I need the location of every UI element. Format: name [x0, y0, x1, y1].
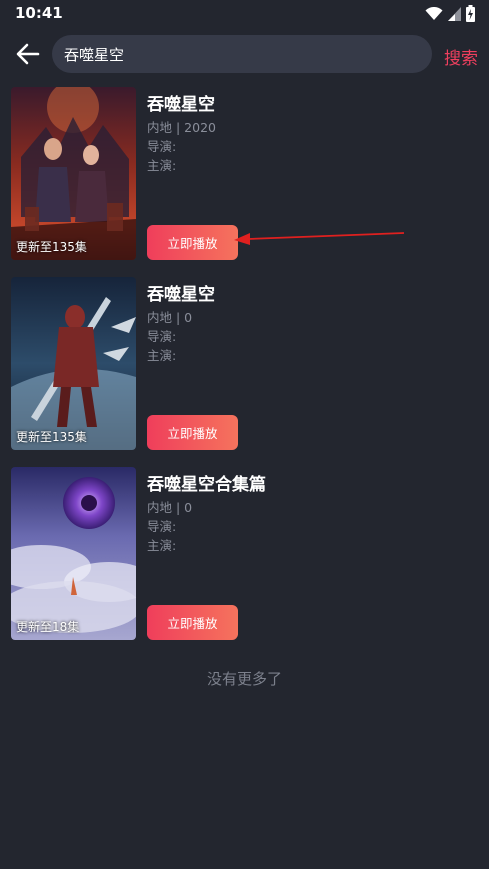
item-region-year: 内地 | 0 [147, 500, 193, 515]
item-director: 导演: [147, 519, 177, 534]
poster-artwork [11, 467, 136, 640]
item-title[interactable]: 吞噬星空合集篇 [147, 470, 266, 495]
poster-image[interactable]: 更新至135集 [11, 87, 136, 260]
status-bar: 10:41 [0, 0, 489, 28]
battery-icon [466, 5, 475, 22]
update-badge: 更新至18集 [16, 620, 80, 634]
status-icons [425, 5, 475, 22]
poster-image[interactable]: 更新至135集 [11, 277, 136, 450]
item-cast: 主演: [147, 538, 177, 553]
search-button[interactable]: 搜索 [444, 44, 478, 69]
search-header: 搜索 [0, 34, 489, 74]
result-list: 更新至135集 吞噬星空 内地 | 2020 导演: 主演: 立即播放 更新至1… [0, 87, 489, 657]
item-region-year: 内地 | 0 [147, 310, 193, 325]
item-title[interactable]: 吞噬星空 [147, 280, 215, 305]
no-more-text: 没有更多了 [206, 670, 282, 688]
item-director: 导演: [147, 329, 177, 344]
result-item: 更新至18集 吞噬星空合集篇 内地 | 0 导演: 主演: 立即播放 [0, 467, 489, 640]
result-item: 更新至135集 吞噬星空 内地 | 0 导演: 主演: 立即播放 [0, 277, 489, 450]
annotation-arrow-icon [234, 232, 405, 245]
status-time: 10:41 [15, 4, 63, 22]
play-now-button[interactable]: 立即播放 [147, 415, 238, 450]
search-input[interactable] [64, 35, 414, 73]
search-box [52, 35, 432, 73]
back-arrow-icon[interactable] [15, 42, 41, 66]
wifi-icon [425, 6, 443, 20]
item-director: 导演: [147, 139, 177, 154]
update-badge: 更新至135集 [16, 240, 87, 254]
poster-artwork [11, 87, 136, 260]
poster-image[interactable]: 更新至18集 [11, 467, 136, 640]
item-cast: 主演: [147, 348, 177, 363]
update-badge: 更新至135集 [16, 430, 87, 444]
search-results-screen: 10:41 搜索 [0, 0, 489, 869]
item-region-year: 内地 | 2020 [147, 120, 216, 135]
play-now-button[interactable]: 立即播放 [147, 225, 238, 260]
play-now-button[interactable]: 立即播放 [147, 605, 238, 640]
signal-icon [448, 6, 461, 21]
poster-artwork [11, 277, 136, 450]
item-title[interactable]: 吞噬星空 [147, 90, 215, 115]
item-cast: 主演: [147, 158, 177, 173]
